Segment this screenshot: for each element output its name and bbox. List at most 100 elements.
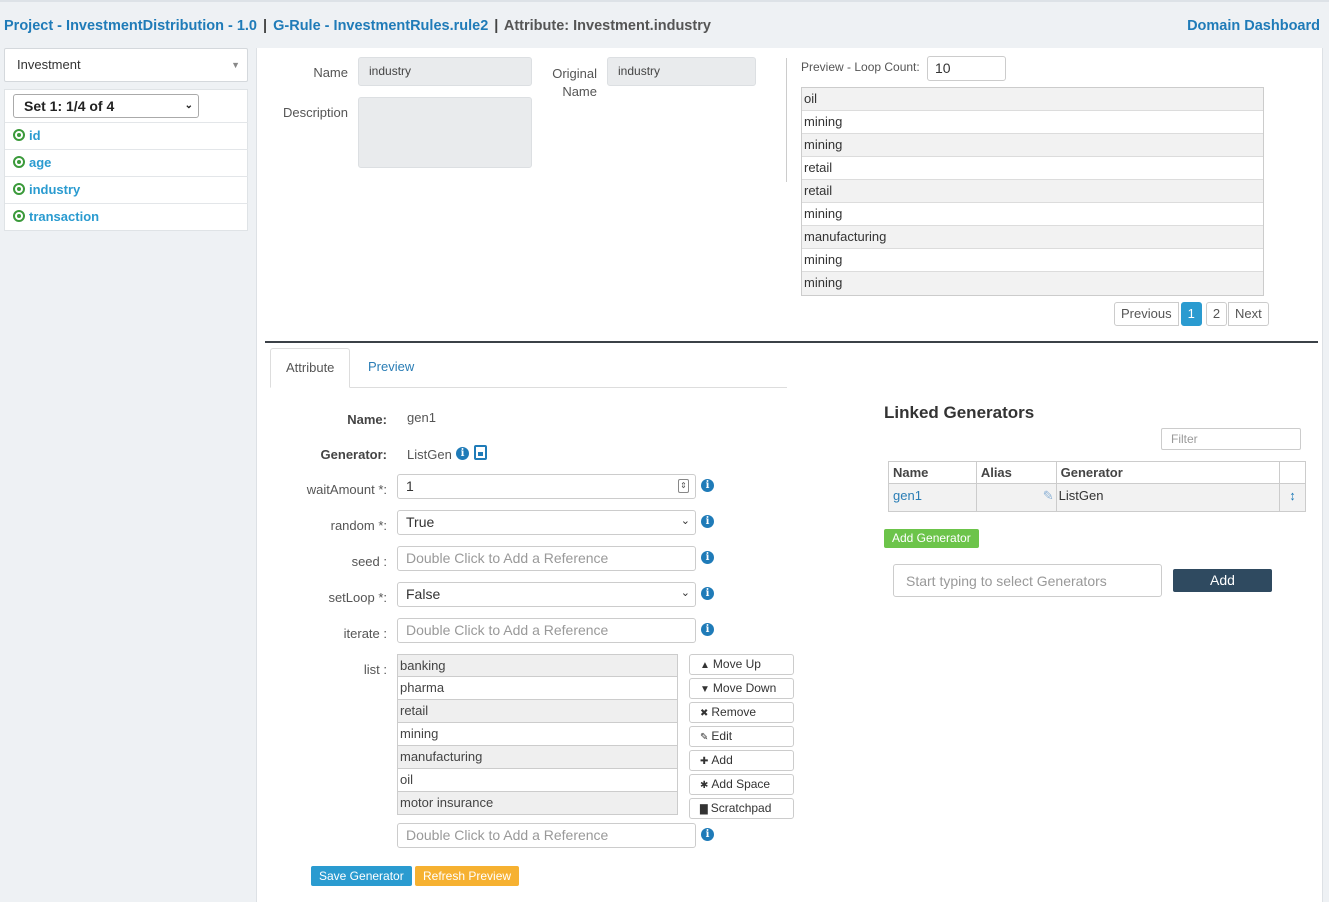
generator-name-label: Name: (347, 412, 387, 427)
move-down-button[interactable]: ▼ Move Down (689, 678, 794, 699)
file-icon: ▇ (700, 804, 708, 815)
section-divider (265, 341, 1318, 343)
info-icon[interactable]: i (701, 587, 714, 600)
generator-type-label: Generator: (320, 447, 387, 462)
sidebar-item-industry[interactable]: industry (5, 176, 248, 203)
preview-row: mining (802, 134, 1263, 157)
table-header-row: Name Alias Generator (888, 461, 1306, 484)
random-select-value: True (406, 514, 435, 530)
name-label: Name (313, 65, 348, 80)
arrow-up-icon: ▲ (700, 660, 710, 671)
linked-generators-table: Name Alias Generator gen1 ✎ ListGen ↕ (888, 461, 1306, 512)
wait-amount-input[interactable]: 1 ⇕ (397, 474, 696, 499)
info-icon[interactable]: i (701, 623, 714, 636)
drag-handle-icon[interactable]: ↕ (1279, 483, 1306, 512)
random-label: random *: (330, 518, 387, 533)
generator-name-value: gen1 (407, 410, 436, 425)
iterate-input[interactable]: Double Click to Add a Reference (397, 618, 696, 643)
linked-generator-type-cell: ListGen (1055, 483, 1281, 512)
breadcrumb-rule-link[interactable]: G-Rule - InvestmentRules.rule2 (273, 18, 488, 34)
domain-dashboard-link[interactable]: Domain Dashboard (1187, 18, 1320, 34)
random-select[interactable]: True ⌄ (397, 510, 696, 535)
setloop-select[interactable]: False ⌄ (397, 582, 696, 607)
chevron-down-icon: ⌄ (680, 587, 690, 599)
pagination-previous[interactable]: Previous (1114, 302, 1179, 326)
main-panel: Name industry Original Name industry Des… (256, 48, 1323, 902)
save-generator-button[interactable]: Save Generator (311, 866, 412, 886)
pagination-page-2[interactable]: 2 (1205, 302, 1228, 326)
info-icon[interactable]: i (701, 515, 714, 528)
original-name-label: Original Name (552, 66, 597, 99)
add-button[interactable]: Add (1173, 569, 1272, 592)
edit-button[interactable]: ✎ Edit (689, 726, 794, 747)
seed-input[interactable]: Double Click to Add a Reference (397, 546, 696, 571)
spinner-icon[interactable]: ⇕ (678, 479, 689, 493)
domain-select-value: Investment (17, 57, 81, 72)
preview-table: oil mining mining retail retail mining m… (801, 87, 1264, 296)
scratchpad-button[interactable]: ▇ Scratchpad (689, 798, 794, 819)
wait-amount-value: 1 (406, 478, 414, 494)
column-header-name[interactable]: Name (888, 461, 977, 484)
document-video-icon[interactable] (474, 445, 487, 460)
info-icon[interactable]: i (701, 479, 714, 492)
generator-type-value: ListGen (407, 447, 452, 462)
pencil-icon: ✎ (700, 732, 709, 743)
info-icon[interactable]: i (456, 447, 469, 460)
list-item[interactable]: manufacturing (397, 746, 678, 769)
column-header-alias[interactable]: Alias (975, 461, 1057, 484)
asterisk-icon: ✱ (700, 780, 709, 791)
setloop-label: setLoop *: (328, 590, 387, 605)
linked-generators-title: Linked Generators (884, 403, 1035, 422)
set-select-value: Set 1: 1/4 of 4 (24, 98, 115, 114)
move-up-button[interactable]: ▲ Move Up (689, 654, 794, 675)
add-generator-button[interactable]: Add Generator (884, 529, 979, 548)
column-header-sort (1279, 461, 1306, 484)
table-row: gen1 ✎ ListGen ↕ (888, 483, 1306, 512)
tab-attribute[interactable]: Attribute (270, 348, 351, 388)
plus-icon: ✚ (700, 756, 709, 767)
generator-search-input[interactable]: Start typing to select Generators (893, 564, 1162, 597)
loop-count-input[interactable]: 10 (927, 56, 1006, 81)
sidebar-item-label: industry (29, 182, 81, 197)
description-textarea[interactable] (358, 97, 532, 168)
pencil-icon[interactable]: ✎ (1043, 488, 1054, 503)
attribute-list-panel: Set 1: 1/4 of 4 ⌄ id age industry transa… (4, 89, 248, 231)
list-item[interactable]: banking (397, 654, 678, 677)
linked-generator-name-link[interactable]: gen1 (891, 488, 922, 503)
name-field: industry (358, 57, 532, 86)
info-icon[interactable]: i (701, 551, 714, 564)
refresh-preview-button[interactable]: Refresh Preview (415, 866, 520, 886)
sidebar-item-transaction[interactable]: transaction (5, 203, 248, 230)
preview-row: mining (802, 272, 1263, 295)
chevron-down-icon: ⌄ (184, 100, 193, 111)
info-icon[interactable]: i (701, 828, 714, 841)
tab-preview[interactable]: Preview (353, 348, 429, 388)
add-space-button[interactable]: ✱ Add Space (689, 774, 794, 795)
linked-generator-alias-cell[interactable]: ✎ (975, 483, 1057, 512)
list-item[interactable]: motor insurance (397, 792, 678, 815)
domain-select[interactable]: Investment ▼ (4, 48, 248, 82)
remove-button[interactable]: ✖ Remove (689, 702, 794, 723)
original-name-field: industry (607, 57, 756, 86)
column-header-generator[interactable]: Generator (1055, 461, 1281, 484)
close-icon: ✖ (700, 708, 709, 719)
list-item[interactable]: pharma (397, 677, 678, 700)
add-item-button[interactable]: ✚ Add (689, 750, 794, 771)
list-item[interactable]: mining (397, 723, 678, 746)
sidebar-item-age[interactable]: age (5, 149, 248, 176)
breadcrumb-project-link[interactable]: Project - InvestmentDistribution - 1.0 (4, 18, 257, 34)
list-item[interactable]: retail (397, 700, 678, 723)
list-reference-input[interactable]: Double Click to Add a Reference (397, 823, 696, 848)
filter-input[interactable]: Filter (1161, 428, 1301, 450)
linked-generator-name-cell: gen1 (888, 483, 977, 512)
preview-row: oil (802, 88, 1263, 111)
arrow-down-icon: ▼ (700, 684, 710, 695)
scratchpad-label: Scratchpad (710, 801, 772, 815)
pagination-page-1[interactable]: 1 (1180, 302, 1202, 326)
sidebar-item-id[interactable]: id (5, 122, 248, 149)
list-item[interactable]: oil (397, 769, 678, 792)
pagination-next[interactable]: Next (1228, 302, 1269, 326)
lifebuoy-icon (13, 210, 25, 222)
top-bar: Project - InvestmentDistribution - 1.0 |… (0, 0, 1329, 48)
set-select[interactable]: Set 1: 1/4 of 4 ⌄ (13, 94, 199, 118)
